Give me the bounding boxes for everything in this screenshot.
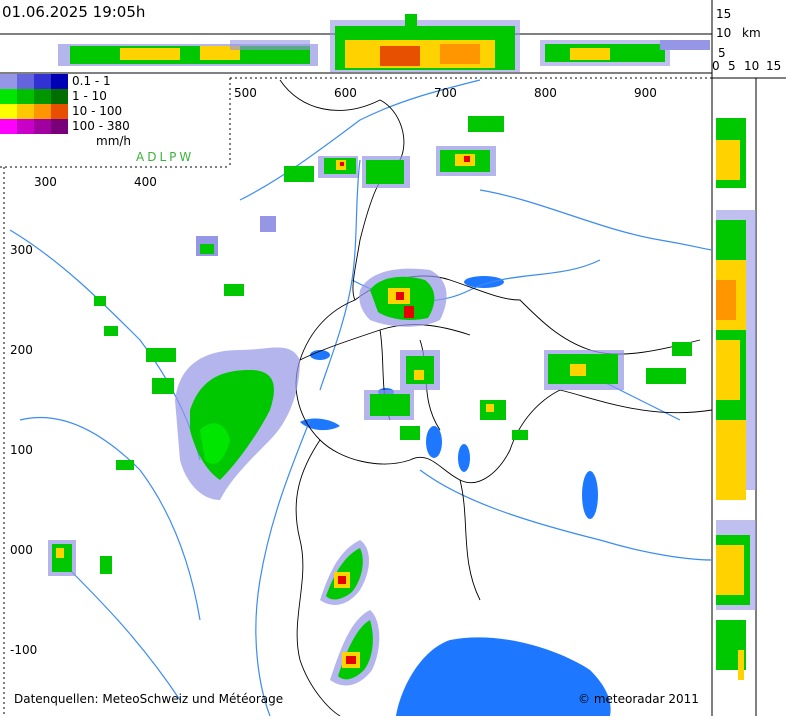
x-axis-label-700: 700 — [434, 86, 457, 100]
legend-range-label: 0.1 - 1 — [72, 74, 111, 88]
x-axis-label-600: 600 — [334, 86, 357, 100]
legend-row: 0.1 - 1 — [0, 74, 222, 89]
radar-map-view: 01.06.2025 19:05h 15 10 5 km 0 5 10 15 0… — [0, 0, 786, 717]
legend-row: 10 - 100 — [0, 104, 222, 119]
x-axis-label-400: 400 — [134, 175, 157, 189]
width-label-10: 10 — [744, 59, 760, 73]
y-axis-label-200: 200 — [10, 343, 33, 357]
legend-swatch — [34, 89, 51, 104]
legend-swatch — [51, 89, 68, 104]
legend-swatch — [0, 89, 17, 104]
height-label-15: 15 — [716, 7, 732, 21]
legend-range-label: 1 - 10 — [72, 89, 107, 103]
legend-swatch — [0, 74, 17, 89]
timestamp: 01.06.2025 19:05h — [2, 3, 146, 21]
legend-swatch — [17, 104, 34, 119]
width-label-15: 15 — [766, 59, 782, 73]
width-label-5: 5 — [728, 59, 736, 73]
data-sources: Datenquellen: MeteoSchweiz und Météorage — [14, 692, 284, 706]
height-label-5: 5 — [718, 46, 726, 60]
legend-swatch — [17, 119, 34, 134]
y-axis-label-000: 000 — [10, 543, 33, 557]
legend-swatch — [17, 89, 34, 104]
precipitation-legend: 0.1 - 11 - 10 10 - 100 100 - 380 mm/h ADLP… — [0, 74, 222, 164]
x-axis-label-800: 800 — [534, 86, 557, 100]
y-axis-label-100: 100 — [10, 443, 33, 457]
legend-range-label: 10 - 100 — [72, 104, 123, 118]
legend-swatch — [0, 104, 17, 119]
legend-swatch — [51, 119, 68, 134]
x-axis-label-300: 300 — [34, 175, 57, 189]
legend-swatch — [51, 74, 68, 89]
legend-swatch — [51, 104, 68, 119]
lake-garda — [582, 471, 598, 519]
legend-unit: mm/h — [96, 134, 132, 148]
y-axis-label-minus100: -100 — [10, 643, 38, 657]
legend-row: 100 - 380 — [0, 119, 222, 134]
copyright: © meteoradar 2011 — [578, 692, 699, 706]
legend-swatch — [0, 119, 17, 134]
legend-swatch — [34, 104, 51, 119]
legend-row: 1 - 10 — [0, 89, 222, 104]
height-label-km: km — [742, 26, 761, 40]
lake-maggiore — [426, 426, 442, 458]
lake-constance — [464, 276, 504, 288]
width-label-0: 0 — [712, 59, 720, 73]
legend-radar-codes: ADLPW — [136, 150, 195, 164]
legend-range-label: 100 - 380 — [72, 119, 130, 133]
lake-como — [458, 444, 470, 472]
x-axis-label-900: 900 — [634, 86, 657, 100]
legend-swatch — [34, 119, 51, 134]
legend-swatch — [34, 74, 51, 89]
height-label-10: 10 — [716, 26, 732, 40]
legend-swatch — [17, 74, 34, 89]
y-axis-label-300: 300 — [10, 243, 33, 257]
x-axis-label-500: 500 — [234, 86, 257, 100]
